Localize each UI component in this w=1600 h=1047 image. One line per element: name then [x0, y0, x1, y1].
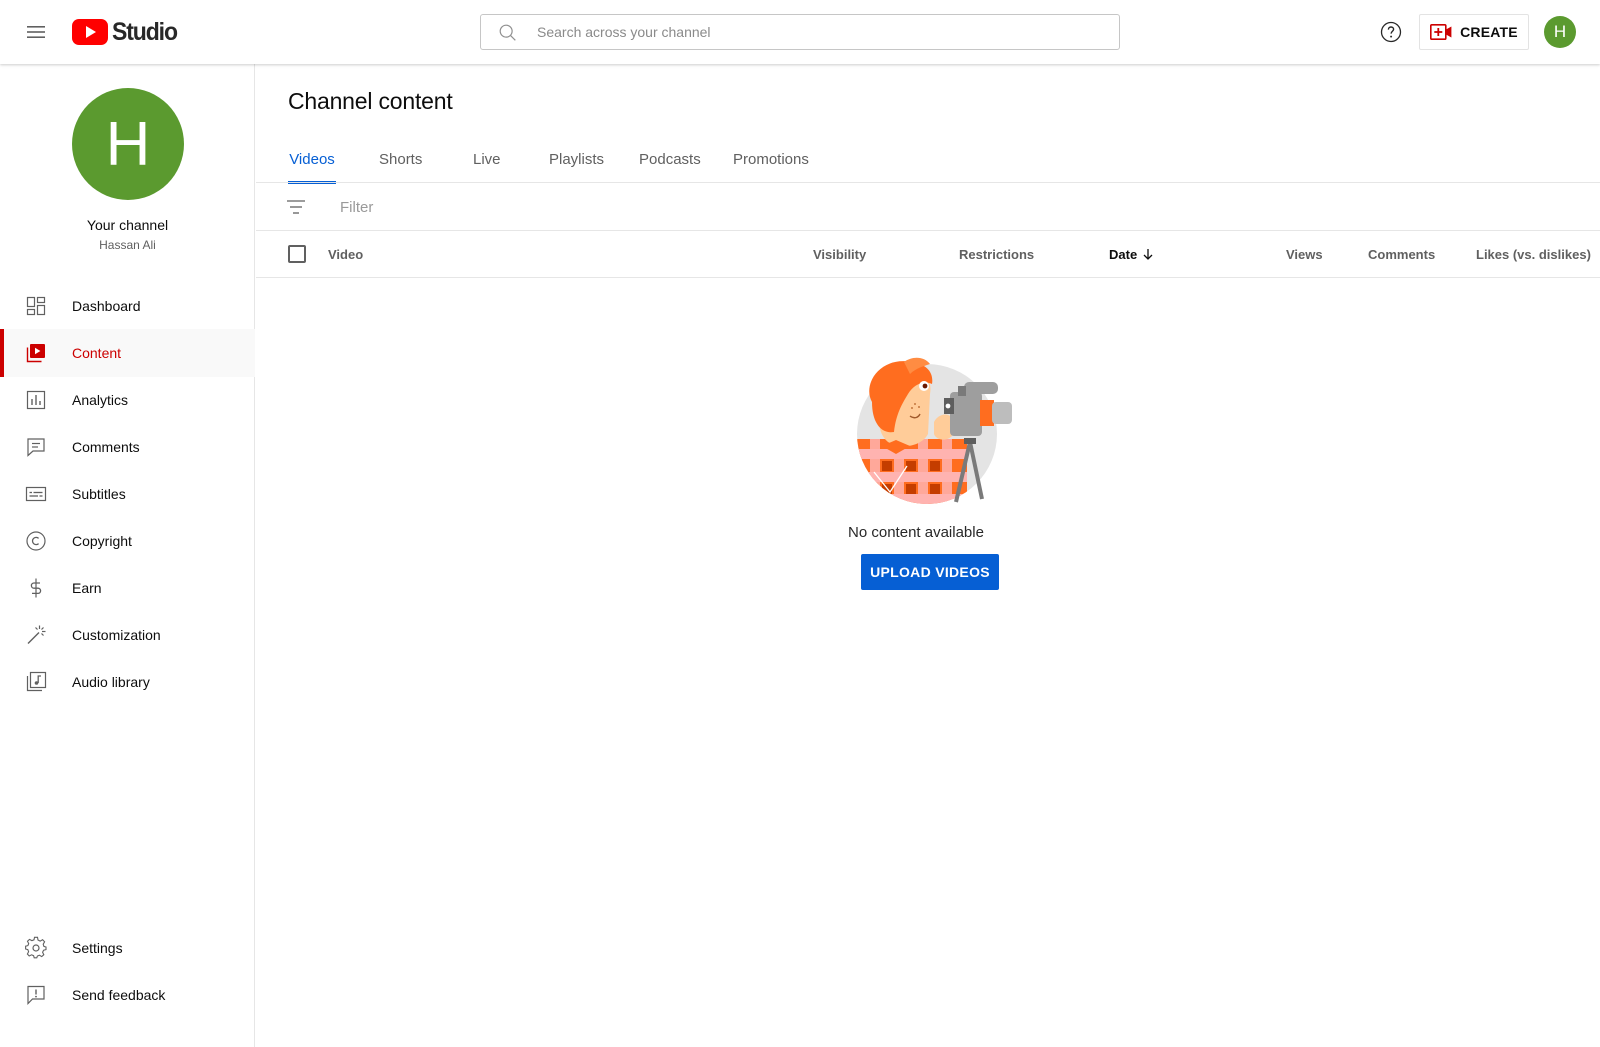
dashboard-icon — [26, 296, 46, 316]
sidebar-item-label: Earn — [72, 580, 102, 596]
search-icon — [499, 24, 516, 41]
column-date-sort[interactable]: Date — [1109, 231, 1155, 278]
sidebar-item-label: Comments — [72, 439, 140, 455]
tab-live[interactable]: Live — [473, 136, 501, 184]
tab-shorts[interactable]: Shorts — [379, 136, 422, 184]
gear-icon — [25, 936, 47, 959]
subtitles-icon — [25, 486, 47, 502]
analytics-icon — [26, 390, 46, 410]
column-visibility: Visibility — [813, 247, 867, 262]
column-date-label: Date — [1109, 247, 1138, 262]
sidebar-item-label: Customization — [72, 627, 161, 643]
sidebar-item-settings[interactable]: Settings — [0, 924, 255, 972]
tab-videos[interactable]: Videos — [288, 136, 336, 184]
help-icon — [1380, 21, 1402, 43]
select-all-checkbox[interactable] — [288, 245, 306, 263]
sidebar-item-audio-library[interactable]: Audio library — [0, 658, 255, 706]
dollar-icon — [30, 578, 42, 598]
help-button[interactable] — [1379, 20, 1403, 44]
sidebar-item-label: Subtitles — [72, 486, 126, 502]
sidebar-item-send-feedback[interactable]: Send feedback — [0, 971, 255, 1019]
upload-videos-button[interactable]: UPLOAD VIDEOS — [861, 554, 999, 590]
create-video-icon — [1430, 24, 1452, 40]
hamburger-menu-button[interactable] — [20, 16, 52, 48]
sidebar-item-analytics[interactable]: Analytics — [0, 376, 255, 424]
top-app-bar: Studio CREATE H — [0, 0, 1600, 64]
channel-name: Hassan Ali — [99, 238, 156, 252]
magic-wand-icon — [27, 625, 46, 644]
column-comments: Comments — [1368, 247, 1436, 262]
menu-icon — [27, 26, 45, 38]
sidebar-item-label: Send feedback — [72, 987, 166, 1003]
column-views: Views — [1286, 247, 1323, 262]
tab-playlists[interactable]: Playlists — [549, 136, 604, 184]
filter-icon[interactable] — [284, 195, 308, 219]
column-restrictions: Restrictions — [959, 247, 1035, 262]
sidebar-item-dashboard[interactable]: Dashboard — [0, 282, 255, 330]
empty-state-illustration — [857, 357, 1012, 504]
sidebar-item-label: Copyright — [72, 533, 132, 549]
tab-promotions[interactable]: Promotions — [733, 136, 809, 184]
create-button[interactable]: CREATE — [1419, 14, 1529, 50]
sidebar-item-content[interactable]: Content — [0, 329, 255, 377]
arrow-down-icon — [1143, 249, 1153, 260]
sidebar-item-customization[interactable]: Customization — [0, 611, 255, 659]
search-box[interactable] — [480, 14, 1120, 50]
sidebar-item-earn[interactable]: Earn — [0, 564, 255, 612]
sidebar-item-label: Content — [72, 345, 122, 361]
channel-avatar[interactable]: H — [72, 88, 184, 200]
copyright-icon — [26, 531, 46, 551]
logo-text: Studio — [112, 17, 178, 46]
left-sidebar: H Your channel Hassan Ali Dashboard Cont… — [0, 64, 255, 1047]
sidebar-item-label: Settings — [72, 940, 123, 956]
sidebar-item-copyright[interactable]: Copyright — [0, 517, 255, 565]
youtube-studio-logo[interactable]: Studio — [72, 17, 183, 47]
main-content: Channel content Videos Shorts Live Playl… — [256, 64, 1600, 1047]
tab-podcasts[interactable]: Podcasts — [639, 136, 701, 184]
audio-library-icon — [26, 671, 47, 692]
create-label: CREATE — [1460, 24, 1518, 40]
youtube-logo-icon — [72, 19, 108, 45]
empty-state-message: No content available — [848, 524, 984, 541]
content-icon — [26, 344, 45, 363]
your-channel-label: Your channel — [86, 217, 169, 233]
filter-input[interactable] — [340, 190, 840, 224]
comments-icon — [27, 438, 45, 457]
sidebar-item-subtitles[interactable]: Subtitles — [0, 470, 255, 518]
column-likes: Likes (vs. dislikes) — [1476, 247, 1591, 262]
sidebar-item-label: Analytics — [72, 392, 129, 408]
filter-bar — [256, 183, 1600, 231]
sidebar-item-comments[interactable]: Comments — [0, 423, 255, 471]
feedback-icon — [27, 985, 45, 1005]
search-input[interactable] — [537, 15, 1097, 49]
table-header: Video Visibility Restrictions Date Views… — [256, 231, 1600, 278]
content-tabs: Videos Shorts Live Playlists Podcasts Pr… — [288, 136, 809, 184]
page-title: Channel content — [288, 88, 453, 114]
sidebar-item-label: Dashboard — [72, 298, 141, 314]
sidebar-item-label: Audio library — [72, 674, 150, 690]
account-avatar[interactable]: H — [1544, 16, 1576, 48]
column-video: Video — [328, 247, 364, 262]
